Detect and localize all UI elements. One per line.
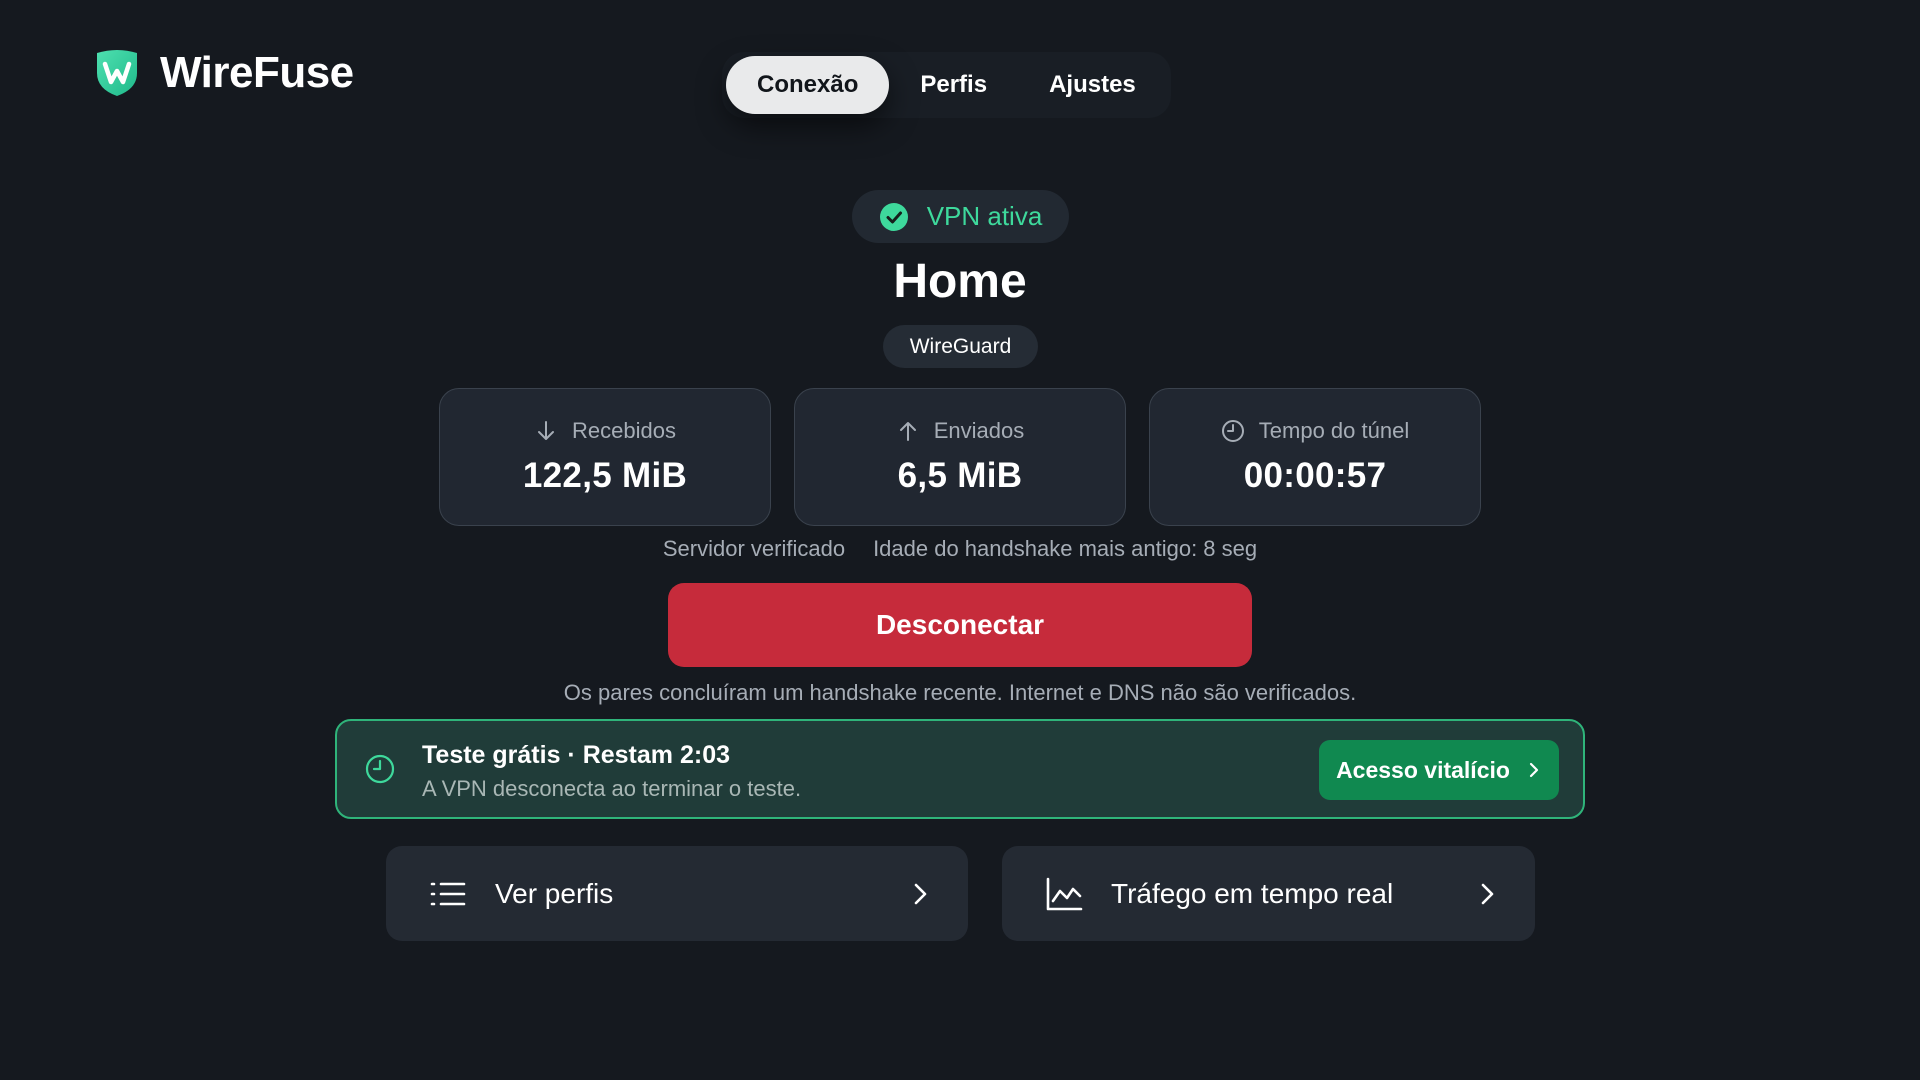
view-profiles-label: Ver perfis [495, 877, 614, 909]
disconnect-button[interactable]: Desconectar [668, 583, 1252, 667]
stat-card-received: Recebidos 122,5 MiB [439, 388, 771, 526]
lifetime-access-label: Acesso vitalício [1336, 756, 1510, 783]
realtime-traffic-card[interactable]: Tráfego em tempo real [1002, 846, 1535, 941]
stat-label: Recebidos [572, 418, 676, 443]
status-text: VPN ativa [926, 201, 1043, 231]
view-profiles-card[interactable]: Ver perfis [386, 846, 968, 941]
handshake-note: Os pares concluíram um handshake recente… [563, 680, 1357, 705]
trial-title: Teste grátis · Restam 2:03 [422, 741, 730, 769]
server-verified-text: Servidor verificado [662, 536, 846, 561]
trial-subtitle: A VPN desconecta ao terminar o teste. [422, 776, 802, 801]
shield-logo-icon [97, 50, 137, 96]
stat-label: Enviados [933, 418, 1025, 443]
tab-ajustes[interactable]: Ajustes [1018, 56, 1167, 114]
profile-name: Home [893, 255, 1027, 308]
list-icon [430, 882, 466, 905]
handshake-age-text: Idade do handshake mais antigo: 8 seg [873, 536, 1258, 561]
stat-card-tunnel-time: Tempo do túnel 00:00:57 [1149, 388, 1481, 526]
trial-banner: Teste grátis · Restam 2:03 A VPN descone… [335, 719, 1585, 819]
main-tabs: Conexão Perfis Ajustes [722, 52, 1171, 118]
stat-value: 00:00:57 [1243, 456, 1387, 495]
stat-label: Tempo do túnel [1258, 418, 1410, 443]
app-root: WireFuse Conexão Perfis Ajustes VPN ativ… [0, 0, 1920, 1080]
line-chart-icon [1046, 877, 1083, 910]
check-circle-icon [879, 202, 908, 231]
status-badge: VPN ativa [852, 190, 1069, 243]
stat-value: 122,5 MiB [522, 456, 688, 495]
arrow-up-icon [899, 422, 916, 441]
clock-icon [1221, 420, 1244, 442]
arrow-down-icon [538, 421, 555, 440]
connection-meta: Servidor verificado Idade do handshake m… [0, 536, 1920, 562]
app-name: WireFuse [160, 48, 354, 97]
stat-card-sent: Enviados 6,5 MiB [794, 388, 1126, 526]
chevron-right-icon [1481, 883, 1494, 904]
app-logo: WireFuse [94, 48, 354, 98]
tab-conexao[interactable]: Conexão [726, 56, 890, 114]
tab-perfis[interactable]: Perfis [889, 56, 1018, 114]
stat-value: 6,5 MiB [897, 456, 1023, 495]
realtime-traffic-label: Tráfego em tempo real [1111, 877, 1394, 909]
lifetime-access-button[interactable]: Acesso vitalício [1319, 740, 1559, 800]
stats-row: Recebidos 122,5 MiB Enviados 6,5 MiB Tem… [439, 388, 1481, 526]
chevron-right-icon [914, 883, 927, 904]
chevron-right-icon [1529, 762, 1539, 778]
protocol-badge: WireGuard [883, 325, 1038, 368]
clock-icon [365, 754, 395, 784]
